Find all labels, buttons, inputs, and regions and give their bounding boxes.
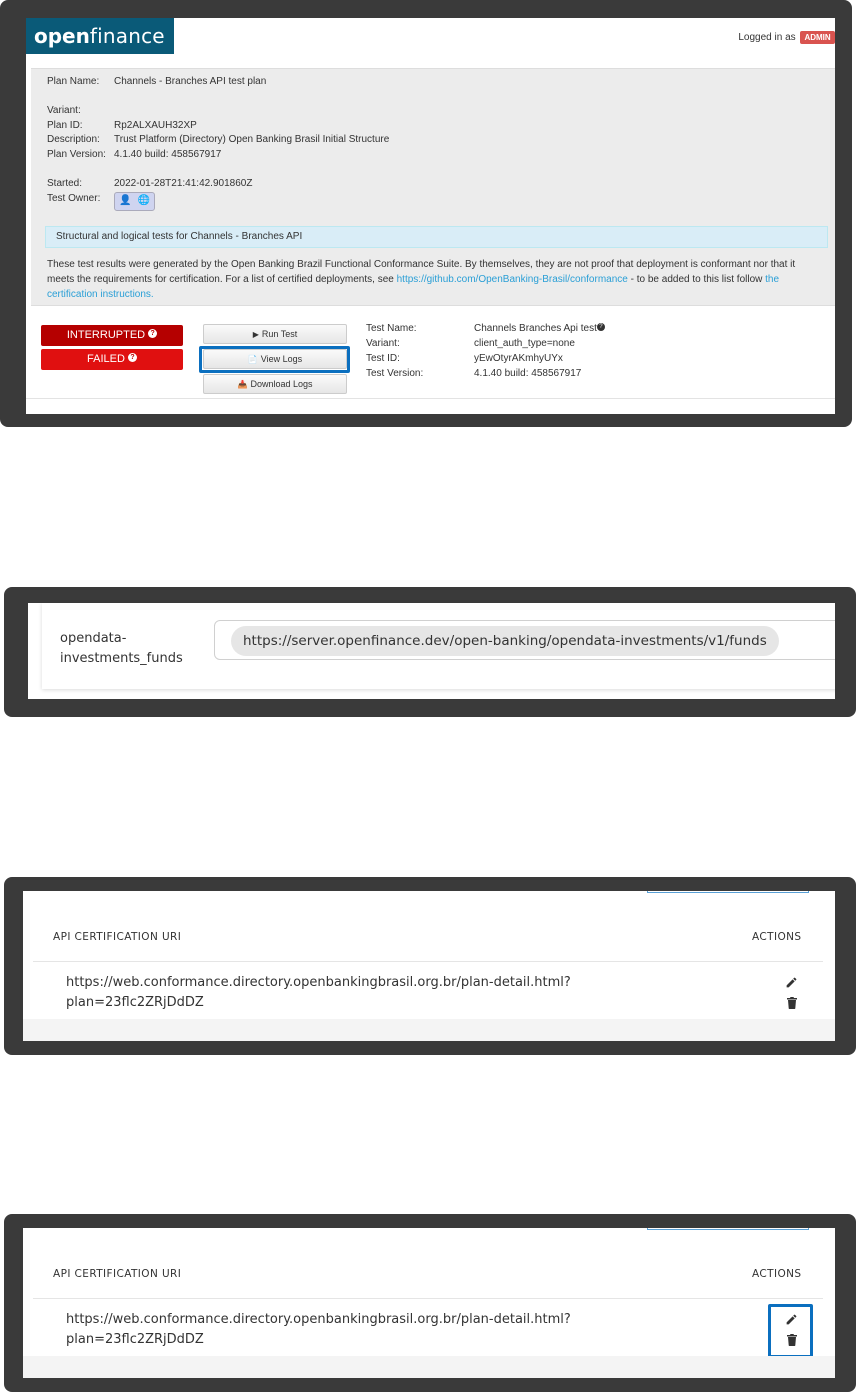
plan-info-strip: Structural and logical tests for Channel…	[45, 226, 828, 248]
owner-badge: 👤 🌐	[114, 192, 155, 211]
column-header-actions: ACTIONS	[752, 931, 802, 943]
certification-uri: https://web.conformance.directory.openba…	[66, 975, 571, 1010]
plan-summary: Plan Name: Channels - Branches API test …	[31, 68, 835, 306]
test-owner-label: Test Owner:	[47, 193, 101, 204]
plan-id-label: Plan ID:	[47, 120, 83, 131]
test-plan-page: openfinance Logged in as ADMIN e Plan Na…	[26, 18, 835, 414]
download-logs-label: Download Logs	[250, 379, 313, 389]
admin-badge: ADMIN	[800, 31, 835, 44]
test-variant-row: Variant: client_auth_type=none	[366, 338, 666, 353]
logo-text-bold: open	[34, 24, 90, 48]
plan-version-value: 4.1.40 build: 458567917	[114, 149, 222, 160]
logo-text-regular: finance	[89, 24, 165, 48]
column-header-actions: ACTIONS	[752, 1268, 802, 1280]
play-icon: ▶	[252, 330, 259, 339]
description-label: Description:	[47, 134, 100, 145]
test-name-text: Channels Branches Api test	[474, 323, 597, 334]
endpoint-url-chip[interactable]: https://server.openfinance.dev/open-bank…	[231, 626, 779, 656]
column-header-uri: API CERTIFICATION URI	[53, 1268, 182, 1280]
endpoint-screenshot: opendata-investments_funds https://serve…	[4, 587, 856, 717]
certification-table: API CERTIFICATION URI ACTIONS https://we…	[23, 1228, 835, 1378]
certification-table-highlighted-screenshot: API CERTIFICATION URI ACTIONS https://we…	[4, 1214, 856, 1392]
test-id-value: yEwOtyrAKmhyUYx	[474, 353, 563, 364]
run-test-label: Run Test	[261, 329, 298, 339]
openfinance-logo[interactable]: openfinance	[26, 18, 174, 54]
help-icon[interactable]: ?	[596, 323, 605, 331]
started-label: Started:	[47, 178, 83, 189]
test-variant-label: Variant:	[366, 338, 400, 349]
table-footer	[23, 1356, 835, 1378]
plan-id-value: Rp2ALXAUH32XP	[114, 120, 197, 131]
variant-label: Variant:	[47, 105, 81, 116]
certification-uri: https://web.conformance.directory.openba…	[66, 1312, 571, 1347]
failed-status-badge[interactable]: FAILED?	[41, 349, 183, 370]
plan-name-value: Channels - Branches API test plan	[114, 76, 267, 87]
conformance-link[interactable]: https://github.com/OpenBanking-Brasil/co…	[397, 274, 628, 285]
plan-name-label: Plan Name:	[47, 76, 100, 87]
test-id-label: Test ID:	[366, 353, 400, 364]
test-details: Test Name: Channels Branches Api test? V…	[366, 323, 666, 383]
header-divider	[33, 961, 823, 962]
disclaimer-middle: - to be added to this list follow	[630, 274, 763, 285]
help-icon[interactable]: ?	[148, 329, 158, 338]
test-id-row: Test ID: yEwOtyrAKmhyUYx	[366, 353, 666, 368]
interrupted-label: INTERRUPTED	[66, 329, 146, 341]
endpoint-label: opendata-investments_funds	[60, 631, 183, 666]
login-text: Logged in as	[738, 32, 796, 43]
test-name-value: Channels Branches Api test?	[474, 323, 605, 334]
edit-icon[interactable]	[785, 976, 798, 989]
globe-icon: 🌐	[137, 195, 150, 206]
column-header-uri: API CERTIFICATION URI	[53, 931, 182, 943]
trash-icon[interactable]	[787, 997, 797, 1009]
certification-table: API CERTIFICATION URI ACTIONS https://we…	[23, 891, 835, 1041]
run-test-button[interactable]: ▶ Run Test	[203, 324, 347, 344]
interrupted-status-badge[interactable]: INTERRUPTED?	[41, 325, 183, 346]
certification-table-screenshot: API CERTIFICATION URI ACTIONS https://we…	[4, 877, 856, 1055]
test-plan-screenshot: openfinance Logged in as ADMIN e Plan Na…	[0, 0, 852, 427]
tab-edge	[647, 1228, 809, 1230]
test-owner-value: 👤 🌐	[114, 192, 714, 211]
started-value: 2022-01-28T21:41:42.901860Z	[114, 178, 253, 189]
download-file-icon: 📥	[237, 380, 248, 389]
test-version-row: Test Version: 4.1.40 build: 458567917	[366, 368, 666, 383]
test-name-row: Test Name: Channels Branches Api test?	[366, 323, 666, 338]
plan-version-label: Plan Version:	[47, 149, 106, 160]
description-value: Trust Platform (Directory) Open Banking …	[114, 134, 390, 145]
test-name-label: Test Name:	[366, 323, 417, 334]
tab-edge	[647, 891, 809, 893]
download-logs-button[interactable]: 📥 Download Logs	[203, 374, 347, 394]
endpoint-url-field[interactable]: https://server.openfinance.dev/open-bank…	[214, 620, 835, 660]
view-logs-highlight	[199, 346, 350, 373]
table-footer	[23, 1019, 835, 1041]
test-version-label: Test Version:	[366, 368, 424, 379]
disclaimer-text: These test results were generated by the…	[47, 257, 823, 302]
user-icon: 👤	[119, 195, 132, 206]
header-divider	[33, 1298, 823, 1299]
actions-highlight	[768, 1304, 813, 1358]
test-variant-value: client_auth_type=none	[474, 338, 575, 349]
endpoint-card: opendata-investments_funds https://serve…	[42, 603, 835, 689]
help-icon[interactable]: ?	[127, 353, 137, 362]
failed-label: FAILED	[87, 353, 125, 365]
login-status: Logged in as ADMIN e	[738, 31, 835, 44]
divider	[26, 398, 835, 399]
test-version-value: 4.1.40 build: 458567917	[474, 368, 582, 379]
endpoint-page: opendata-investments_funds https://serve…	[28, 603, 835, 699]
